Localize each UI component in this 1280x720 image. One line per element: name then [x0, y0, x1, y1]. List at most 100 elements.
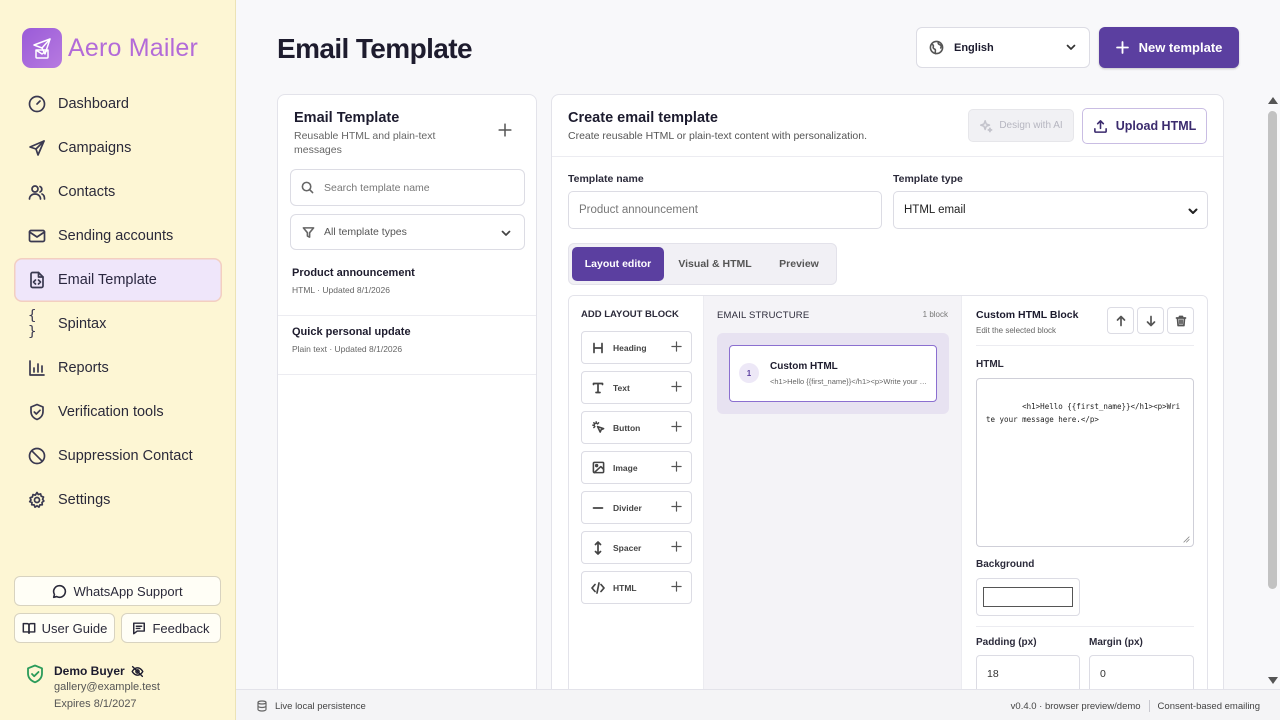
shield-check-icon	[28, 403, 46, 421]
add-html-block-button[interactable]: HTML	[581, 571, 692, 604]
add-spacer-block-button[interactable]: Spacer	[581, 531, 692, 564]
send-icon	[28, 139, 46, 157]
template-meta: Plain text · Updated 8/1/2026	[292, 344, 403, 354]
sidebar-item-label: Campaigns	[58, 140, 132, 156]
language-select[interactable]: English	[916, 27, 1090, 68]
design-with-ai-label: Design with AI	[999, 120, 1063, 131]
editor-tabs: Layout editor Visual & HTML Preview	[568, 243, 837, 285]
block-count: 1 block	[922, 310, 948, 319]
template-list-item[interactable]: Product announcement HTML · Updated 8/1/…	[278, 257, 536, 316]
tab-layout-editor[interactable]: Layout editor	[572, 247, 664, 281]
image-icon	[591, 461, 605, 475]
consent-label: Consent-based emailing	[1157, 700, 1260, 712]
sidebar-item-label: Sending accounts	[58, 228, 174, 244]
delete-block-button[interactable]	[1167, 307, 1194, 334]
padding-input[interactable]: 18	[976, 655, 1080, 693]
sidebar-item-dashboard[interactable]: Dashboard	[14, 82, 222, 126]
block-label: Divider	[613, 502, 642, 513]
add-button-block-button[interactable]: Button	[581, 411, 692, 444]
scrollbar-thumb[interactable]	[1268, 111, 1277, 589]
design-with-ai-button[interactable]: Design with AI	[968, 109, 1074, 142]
margin-label: Margin (px)	[1089, 637, 1143, 648]
add-divider-block-button[interactable]: Divider	[581, 491, 692, 524]
sidebar-item-verification-tools[interactable]: Verification tools	[14, 390, 222, 434]
margin-input[interactable]: 0	[1089, 655, 1194, 693]
page-title: Email Template	[277, 33, 473, 64]
page-scrollbar[interactable]	[1265, 94, 1280, 688]
block-label: Image	[613, 462, 638, 473]
sidebar-item-spintax[interactable]: { } Spintax	[14, 302, 222, 346]
version-label: v0.4.0 · browser preview/demo	[1010, 700, 1141, 712]
status-bar: Live local persistence v0.4.0 · browser …	[236, 689, 1280, 720]
color-swatch	[983, 587, 1073, 607]
sidebar-item-email-template[interactable]: Email Template	[14, 258, 222, 302]
template-list-item[interactable]: Quick personal update Plain text · Updat…	[278, 316, 536, 375]
resize-handle-icon[interactable]	[1183, 536, 1190, 543]
structure-block-item[interactable]: 1 Custom HTML <h1>Hello {{first_name}}</…	[729, 345, 937, 402]
plus-icon	[671, 341, 682, 352]
sidebar-item-suppression-contact[interactable]: Suppression Contact	[14, 434, 222, 478]
user-email: gallery@example.test	[54, 681, 160, 693]
background-color-picker[interactable]	[976, 578, 1080, 616]
minus-icon	[591, 501, 605, 515]
eye-off-icon[interactable]	[131, 665, 144, 678]
html-textarea[interactable]: <h1>Hello {{first_name}}</h1><p>Write yo…	[976, 378, 1194, 547]
sidebar-item-sending-accounts[interactable]: Sending accounts	[14, 214, 222, 258]
html-label: HTML	[976, 359, 1004, 370]
file-code-icon	[28, 271, 46, 289]
new-template-label: New template	[1138, 40, 1223, 55]
template-type-select[interactable]: HTML email	[893, 191, 1208, 229]
sidebar-item-label: Settings	[58, 492, 111, 508]
divider	[552, 156, 1223, 157]
new-template-button[interactable]: New template	[1099, 27, 1239, 68]
sidebar-item-campaigns[interactable]: Campaigns	[14, 126, 222, 170]
trash-icon	[1175, 315, 1187, 327]
sidebar-item-settings[interactable]: Settings	[14, 478, 222, 522]
whatsapp-support-button[interactable]: WhatsApp Support	[14, 576, 221, 606]
message-square-icon	[132, 621, 146, 635]
template-name-input[interactable]: Product announcement	[568, 191, 882, 229]
block-settings-title: Custom HTML Block	[976, 309, 1079, 321]
tab-preview[interactable]: Preview	[765, 247, 833, 281]
user-name: Demo Buyer	[54, 664, 144, 678]
move-up-button[interactable]	[1107, 307, 1134, 334]
sidebar: Aero Mailer Dashboard Campaigns Contacts…	[0, 0, 236, 720]
add-image-block-button[interactable]: Image	[581, 451, 692, 484]
search-placeholder: Search template name	[324, 181, 430, 194]
heading-icon	[591, 341, 605, 355]
template-type-label: Template type	[893, 173, 963, 185]
upload-html-button[interactable]: Upload HTML	[1082, 108, 1207, 144]
add-heading-block-button[interactable]: Heading	[581, 331, 692, 364]
sidebar-item-contacts[interactable]: Contacts	[14, 170, 222, 214]
add-text-block-button[interactable]: Text	[581, 371, 692, 404]
plus-icon	[671, 541, 682, 552]
ban-icon	[28, 447, 46, 465]
block-title: Custom HTML	[770, 361, 838, 372]
sparkles-icon	[979, 119, 993, 133]
tab-visual-html[interactable]: Visual & HTML	[669, 247, 761, 281]
filter-icon	[302, 226, 315, 239]
divider	[976, 626, 1194, 627]
template-type-filter[interactable]: All template types	[290, 214, 525, 250]
user-guide-button[interactable]: User Guide	[14, 613, 115, 643]
license-expiry: Expires 8/1/2027	[54, 698, 137, 710]
book-icon	[22, 621, 36, 635]
search-input[interactable]: Search template name	[290, 169, 525, 206]
plus-icon	[671, 581, 682, 592]
users-icon	[28, 183, 46, 201]
template-list-panel: Email Template Reusable HTML and plain-t…	[277, 94, 537, 704]
divider	[976, 345, 1194, 346]
add-template-icon[interactable]	[498, 123, 512, 137]
brand[interactable]: Aero Mailer	[22, 28, 198, 68]
sidebar-item-label: Verification tools	[58, 404, 164, 420]
divider	[1148, 700, 1150, 712]
scroll-down-arrow-icon[interactable]	[1268, 677, 1278, 684]
scroll-up-arrow-icon[interactable]	[1268, 97, 1278, 104]
block-label: Button	[613, 422, 641, 433]
feedback-button[interactable]: Feedback	[121, 613, 221, 643]
move-down-button[interactable]	[1137, 307, 1164, 334]
upload-html-label: Upload HTML	[1115, 119, 1197, 133]
mail-icon	[28, 227, 46, 245]
sidebar-item-reports[interactable]: Reports	[14, 346, 222, 390]
background-label: Background	[976, 559, 1035, 570]
